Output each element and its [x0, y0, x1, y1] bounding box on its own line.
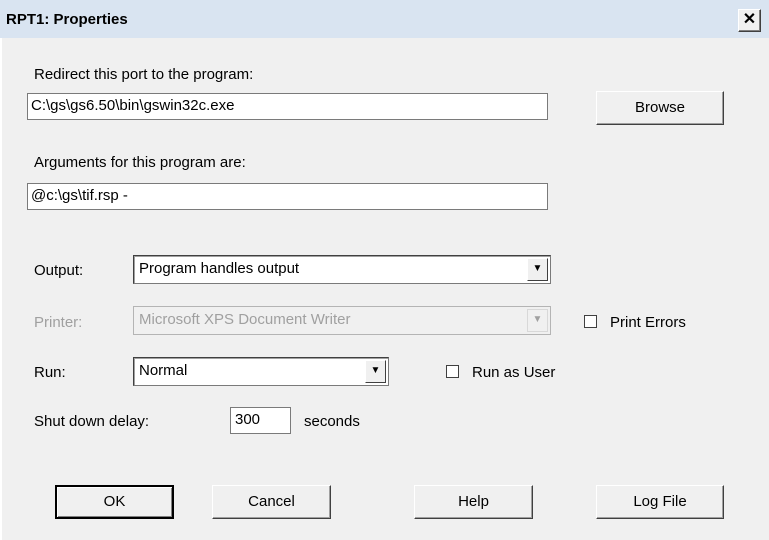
arguments-label: Arguments for this program are: [34, 154, 246, 171]
browse-button[interactable]: Browse [596, 91, 724, 125]
arguments-input[interactable]: @c:\gs\tif.rsp - [27, 183, 548, 210]
printer-selected: Microsoft XPS Document Writer [139, 311, 351, 328]
output-label: Output: [34, 262, 84, 279]
shutdown-delay-input[interactable]: 300 [230, 407, 291, 434]
print-errors-label: Print Errors [610, 314, 686, 331]
title-bar: RPT1: Properties ✕ [0, 0, 769, 38]
chevron-down-icon: ▼ [527, 309, 548, 332]
output-selected: Program handles output [139, 260, 300, 277]
run-as-user-checkbox[interactable] [446, 365, 459, 378]
run-selected: Normal [139, 362, 188, 379]
print-errors-checkbox[interactable] [584, 315, 597, 328]
shutdown-delay-label: Shut down delay: [34, 413, 150, 430]
program-path-input[interactable]: C:\gs\gs6.50\bin\gswin32c.exe [27, 93, 548, 120]
shutdown-delay-unit: seconds [304, 413, 360, 430]
dialog-body: Redirect this port to the program: C:\gs… [2, 38, 769, 540]
chevron-down-icon[interactable]: ▼ [527, 258, 548, 281]
close-icon[interactable]: ✕ [738, 9, 761, 32]
chevron-down-icon[interactable]: ▼ [365, 360, 386, 383]
output-dropdown[interactable]: Program handles output ▼ [133, 255, 551, 284]
run-dropdown[interactable]: Normal ▼ [133, 357, 389, 386]
ok-button[interactable]: OK [55, 485, 174, 519]
run-label: Run: [34, 364, 66, 381]
redirect-label: Redirect this port to the program: [34, 66, 254, 83]
printer-label: Printer: [34, 314, 83, 331]
window-title: RPT1: Properties [6, 11, 128, 28]
cancel-button[interactable]: Cancel [212, 485, 331, 519]
run-as-user-label: Run as User [472, 364, 556, 381]
help-button[interactable]: Help [414, 485, 533, 519]
log-file-button[interactable]: Log File [596, 485, 724, 519]
printer-dropdown: Microsoft XPS Document Writer ▼ [133, 306, 551, 335]
